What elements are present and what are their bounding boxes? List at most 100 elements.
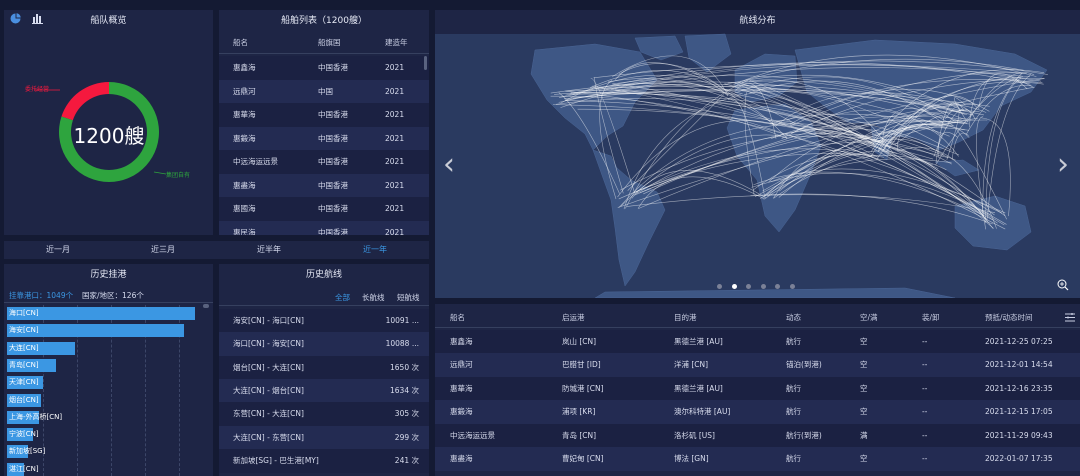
voyage-row[interactable]: 中远海运远景 青岛 [CN] 洛杉矶 [US] 航行(到港) 满 -- 2021-11-29…: [435, 423, 1080, 448]
col-ship-name[interactable]: 船名: [233, 32, 248, 54]
route-row[interactable]: 大连[CN] - 东营[CN] 299 次: [219, 425, 429, 450]
ship-row[interactable]: 远鼎河 中国 2021: [219, 79, 429, 104]
filter-settings-icon[interactable]: [1065, 313, 1075, 322]
voyage-table-panel: 船名 启运港 目的港 动态 空/满 装/卸 预抵/动态时间 惠鑫海 岚山 [CN]…: [435, 304, 1080, 476]
voyage-origin: 曹妃甸 [CN]: [562, 454, 604, 463]
voyage-load-unload: --: [922, 360, 928, 370]
port-bar[interactable]: 大连[CN]: [7, 341, 75, 355]
port-bar[interactable]: 新加坡[SG]: [7, 445, 45, 459]
tab-last-year[interactable]: 近一年: [347, 241, 403, 259]
history-routes-panel: 历史航线 全部 长航线 短航线 海安[CN] - 海口[CN] 10091 ...…: [219, 264, 429, 476]
voyage-time: 2021-12-15 17:05: [985, 407, 1053, 417]
port-bar[interactable]: 海安[CN]: [7, 324, 184, 338]
col-origin[interactable]: 启运港: [562, 308, 585, 328]
ship-build-year: 2021: [385, 86, 405, 96]
map-next-button[interactable]: ›: [1053, 148, 1073, 182]
ship-flag: 中国香港: [318, 63, 348, 72]
voyage-destination: 洛杉矶 [US]: [674, 430, 715, 440]
ship-row[interactable]: 惠華海 中国香港 2021: [219, 103, 429, 127]
route-name: 海安[CN] - 海口[CN]: [233, 316, 304, 325]
country-count-label: 国家/地区：126个: [82, 291, 144, 300]
voyage-origin: 浦项 [KR]: [562, 407, 596, 417]
ship-build-year: 2021: [385, 133, 405, 143]
port-bar[interactable]: 湛江[CN]: [7, 462, 39, 476]
route-map[interactable]: [435, 10, 1080, 298]
tab-last-half-year[interactable]: 近半年: [241, 241, 297, 259]
map-prev-button[interactable]: ‹: [439, 148, 459, 182]
ship-list-panel: 船舶列表（1200艘） 船名 船旗国 建造年 惠鑫海 中国香港 2021 远鼎河 中国 2…: [219, 10, 429, 235]
map-carousel-dot[interactable]: [789, 284, 795, 289]
voyage-row[interactable]: 惠華海 防城港 [CN] 黑德兰港 [AU] 航行 空 -- 2021-12-16 23:3…: [435, 376, 1080, 401]
route-count: 10088 ...: [385, 339, 419, 349]
route-row[interactable]: 东营[CN] - 大连[CN] 305 次: [219, 402, 429, 427]
col-destination[interactable]: 目的港: [674, 308, 697, 328]
ship-row[interactable]: 惠國海 中国香港 2021: [219, 197, 429, 221]
ship-row[interactable]: 惠盡海 中国香港 2021: [219, 173, 429, 198]
port-bar[interactable]: 烟台[CN]: [7, 393, 41, 407]
port-bar[interactable]: 天津[CN]: [7, 376, 43, 390]
port-bar[interactable]: 青岛[CN]: [7, 358, 56, 372]
route-row[interactable]: 大连[CN] - 烟台[CN] 1634 次: [219, 378, 429, 403]
ship-name: 惠華海: [233, 110, 256, 119]
ship-list-title: 船舶列表（1200艘）: [281, 16, 367, 26]
tab-last-month[interactable]: 近一月: [30, 241, 86, 259]
voyage-destination: 澳尔科特港 [AU]: [674, 407, 731, 417]
route-row[interactable]: 海安[CN] - 海口[CN] 10091 ...: [219, 309, 429, 333]
map-carousel-dot[interactable]: [746, 284, 751, 289]
voyage-destination: 洋浦 [CN]: [674, 360, 709, 370]
map-carousel-dot[interactable]: [775, 284, 780, 289]
route-tab-long[interactable]: 长航线: [362, 292, 385, 303]
route-row[interactable]: 烟台[CN] - 大连[CN] 1650 次: [219, 355, 429, 380]
map-carousel-dot[interactable]: [731, 284, 737, 289]
port-bar[interactable]: 宁波[CN]: [7, 428, 39, 442]
ship-build-year: 2021: [385, 110, 405, 119]
voyage-load-unload: --: [922, 383, 928, 393]
tab-last-three-months[interactable]: 近三月: [135, 241, 191, 259]
voyage-row[interactable]: 惠盡海 曹妃甸 [CN] 博法 [GN] 航行 空 -- 2022-01-07 17:35: [435, 447, 1080, 471]
route-row[interactable]: 新加坡[SG] - 巴生港[MY] 241 次: [219, 448, 429, 473]
map-carousel-dot[interactable]: [760, 284, 766, 289]
map-carousel-dot[interactable]: [717, 284, 722, 289]
voyage-row[interactable]: 惠鍛海 浦项 [KR] 澳尔科特港 [AU] 航行 空 -- 2021-12-15 17:0…: [435, 400, 1080, 425]
voyage-vessel: 惠鍛海: [450, 407, 473, 417]
history-routes-divider: [219, 305, 429, 306]
col-status[interactable]: 动态: [786, 308, 801, 328]
voyage-row[interactable]: 远鼎河 巴腊甘 [ID] 洋浦 [CN] 锚泊(到港) 空 -- 2021-12-01 14…: [435, 353, 1080, 378]
voyage-status: 航行: [786, 337, 801, 346]
voyage-table-header: 船名 启运港 目的港 动态 空/满 装/卸 预抵/动态时间: [435, 308, 1080, 328]
voyage-load-state: 空: [860, 337, 868, 346]
col-build-year[interactable]: 建造年: [385, 32, 408, 54]
donut-label-owned: 集团自有: [166, 172, 191, 179]
col-load-unload[interactable]: 装/卸: [922, 308, 940, 328]
ship-name: 惠鍛海: [233, 133, 256, 143]
route-tab-short[interactable]: 短航线: [397, 292, 420, 303]
route-count: 299 次: [394, 432, 419, 442]
voyage-time: 2021-11-29 09:43: [985, 430, 1053, 440]
ship-name: 远鼎河: [233, 86, 256, 96]
ports-scrollbar[interactable]: [203, 304, 209, 308]
voyage-row[interactable]: 惠鑫海 岚山 [CN] 黑德兰港 [AU] 航行 空 -- 2021-12-25 07:25: [435, 330, 1080, 354]
voyage-time: 2021-12-01 14:54: [985, 360, 1053, 370]
route-tab-all[interactable]: 全部: [335, 292, 350, 303]
port-count-label: 挂靠港口：1049个: [9, 291, 74, 300]
ship-list-scrollbar[interactable]: [424, 56, 427, 70]
col-flag[interactable]: 船旗国: [318, 32, 341, 54]
route-row[interactable]: 海口[CN] - 海安[CN] 10088 ...: [219, 332, 429, 357]
voyage-origin: 巴腊甘 [ID]: [562, 360, 601, 370]
port-bar[interactable]: 上海-外高桥[CN]: [7, 410, 62, 424]
ship-row[interactable]: 惠鑫海 中国香港 2021: [219, 56, 429, 80]
col-load-state[interactable]: 空/满: [860, 308, 878, 328]
route-count: 1650 次: [390, 362, 419, 372]
ship-row[interactable]: 中远海运远景 中国香港 2021: [219, 150, 429, 174]
voyage-vessel: 中远海运远景: [450, 430, 495, 440]
voyage-load-unload: --: [922, 337, 928, 346]
ship-row[interactable]: 惠民海 中国香港 2021: [219, 220, 429, 235]
ship-name: 惠盡海: [233, 180, 256, 190]
col-eta-time[interactable]: 预抵/动态时间: [985, 308, 1033, 328]
donut-slice-entrusted[interactable]: [61, 82, 109, 121]
voyage-vessel: 惠盡海: [450, 454, 473, 463]
route-count: 305 次: [394, 409, 419, 419]
ship-row[interactable]: 惠鍛海 中国香港 2021: [219, 126, 429, 151]
port-bar[interactable]: 海口[CN]: [7, 307, 195, 320]
col-vessel[interactable]: 船名: [450, 308, 465, 328]
